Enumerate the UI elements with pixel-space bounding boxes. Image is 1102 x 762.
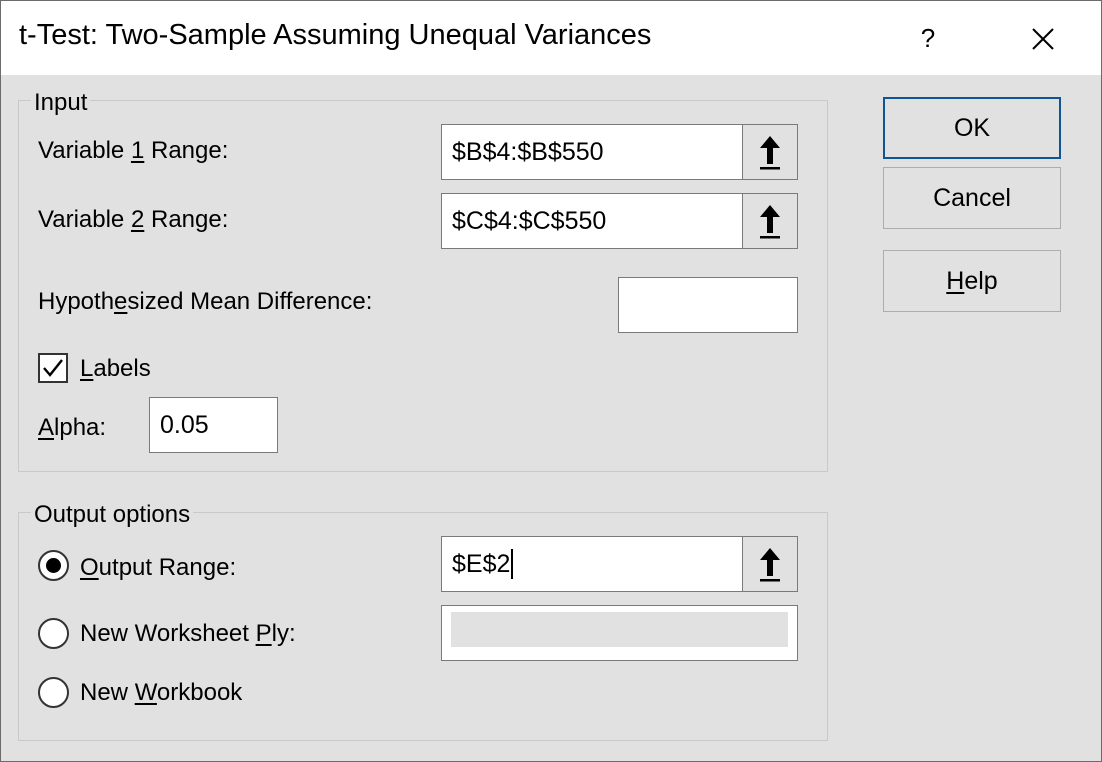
output-range-value: $E$2 <box>452 549 511 578</box>
arrow-up-icon <box>760 548 780 582</box>
output-range-input[interactable]: $E$2 <box>441 536 743 592</box>
checkmark-icon <box>43 359 63 377</box>
variable1-range-value: $B$4:$B$550 <box>452 137 604 166</box>
disabled-input-fill <box>451 612 788 647</box>
ok-button[interactable]: OK <box>883 97 1061 159</box>
ttest-dialog: t-Test: Two-Sample Assuming Unequal Vari… <box>0 0 1102 762</box>
alpha-value: 0.05 <box>160 410 209 439</box>
help-question-button[interactable]: ? <box>909 19 947 57</box>
new-workbook-label[interactable]: New Workbook <box>80 679 242 707</box>
new-worksheet-ply-label[interactable]: New Worksheet Ply: <box>80 620 296 648</box>
variable1-range-input[interactable]: $B$4:$B$550 <box>441 124 743 180</box>
hypothesized-mean-difference-input[interactable] <box>618 277 798 333</box>
labels-checkbox[interactable] <box>38 353 68 383</box>
arrow-up-icon <box>760 136 780 170</box>
close-icon <box>1032 28 1054 50</box>
cancel-button[interactable]: Cancel <box>883 167 1061 229</box>
arrow-up-icon <box>760 205 780 239</box>
output-range-picker-button[interactable] <box>742 536 798 592</box>
text-caret <box>511 549 514 579</box>
hypothesized-mean-difference-label: Hypothesized Mean Difference: <box>38 288 373 315</box>
labels-checkbox-label[interactable]: Labels <box>80 355 151 383</box>
input-group-label: Input <box>31 90 91 116</box>
alpha-input[interactable]: 0.05 <box>149 397 278 453</box>
variable1-label: Variable 1 Range: <box>38 137 229 164</box>
radio-selected-dot <box>46 558 61 573</box>
new-worksheet-ply-input[interactable] <box>441 605 798 661</box>
variable1-range-picker-button[interactable] <box>742 124 798 180</box>
variable2-range-value: $C$4:$C$550 <box>452 206 607 235</box>
output-range-radio[interactable] <box>38 550 69 581</box>
close-button[interactable] <box>1023 19 1063 59</box>
new-worksheet-ply-radio[interactable] <box>38 618 69 649</box>
help-button[interactable]: Help <box>883 250 1061 312</box>
output-range-label[interactable]: Output Range: <box>80 554 236 582</box>
variable2-range-input[interactable]: $C$4:$C$550 <box>441 193 743 249</box>
title-bar: t-Test: Two-Sample Assuming Unequal Vari… <box>1 1 1101 75</box>
variable2-range-picker-button[interactable] <box>742 193 798 249</box>
alpha-label: Alpha: <box>38 414 107 441</box>
new-workbook-radio[interactable] <box>38 677 69 708</box>
dialog-title: t-Test: Two-Sample Assuming Unequal Vari… <box>19 19 652 51</box>
variable2-label: Variable 2 Range: <box>38 206 229 233</box>
output-options-group-label: Output options <box>31 502 194 528</box>
